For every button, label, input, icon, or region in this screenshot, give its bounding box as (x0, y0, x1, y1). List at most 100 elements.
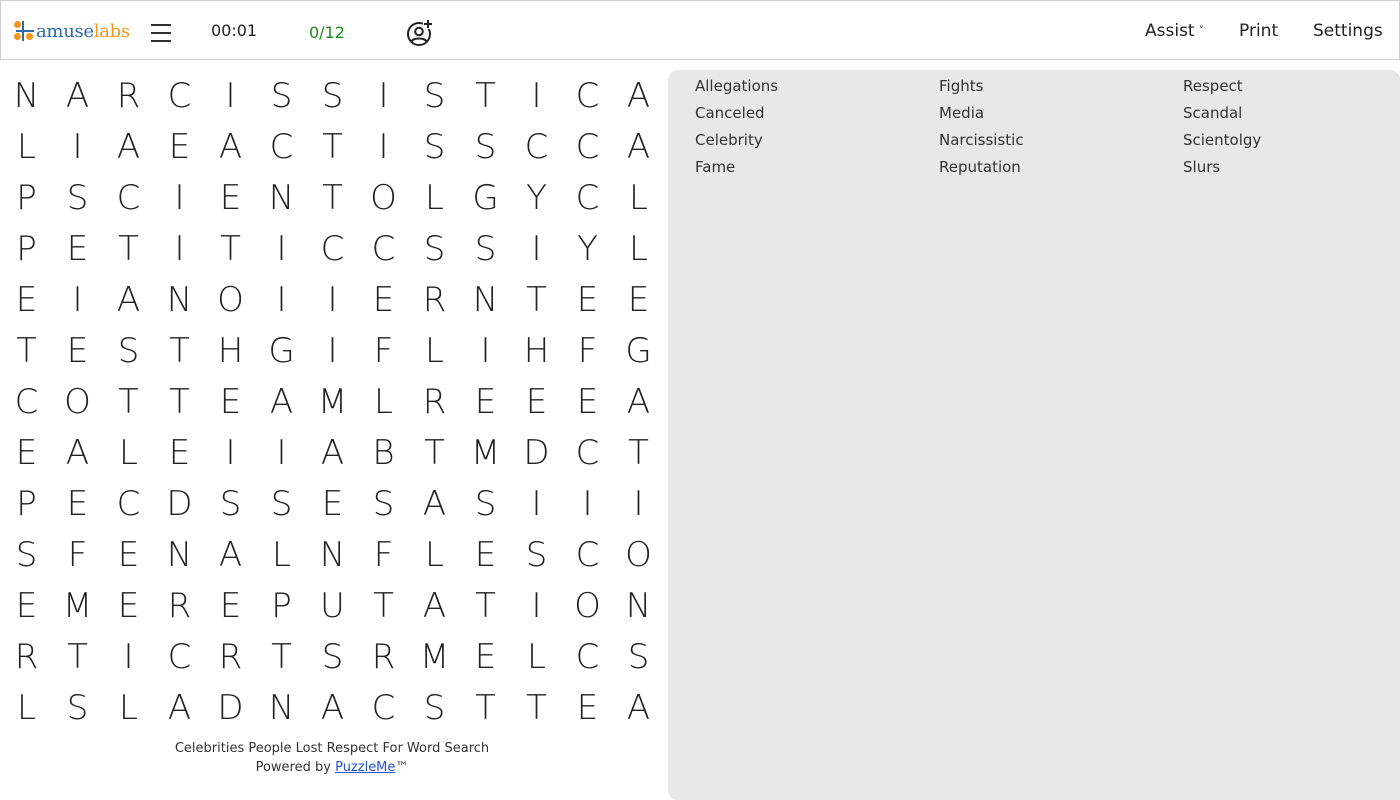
grid-cell[interactable]: M (409, 631, 460, 682)
grid-cell[interactable]: C (358, 682, 409, 733)
grid-cell[interactable]: C (154, 631, 205, 682)
grid-cell[interactable]: S (256, 478, 307, 529)
grid-cell[interactable]: A (307, 682, 358, 733)
grid-cell[interactable]: E (460, 376, 511, 427)
grid-cell[interactable]: S (205, 478, 256, 529)
grid-cell[interactable]: N (154, 274, 205, 325)
grid-cell[interactable]: E (562, 682, 613, 733)
grid-cell[interactable]: T (103, 223, 154, 274)
grid-cell[interactable]: S (409, 682, 460, 733)
grid-cell[interactable]: N (256, 172, 307, 223)
amuselabs-logo[interactable]: amuselabs (14, 20, 130, 42)
grid-cell[interactable]: D (205, 682, 256, 733)
grid-cell[interactable]: F (562, 325, 613, 376)
grid-cell[interactable]: E (103, 580, 154, 631)
assist-menu[interactable]: Assist ˅ (1145, 21, 1204, 41)
grid-cell[interactable]: T (307, 172, 358, 223)
grid-cell[interactable]: S (460, 223, 511, 274)
grid-cell[interactable]: E (103, 529, 154, 580)
grid-cell[interactable]: E (460, 631, 511, 682)
grid-cell[interactable]: M (52, 580, 103, 631)
grid-cell[interactable]: R (154, 580, 205, 631)
grid-cell[interactable]: R (103, 70, 154, 121)
grid-cell[interactable]: P (1, 478, 52, 529)
grid-cell[interactable]: A (613, 70, 664, 121)
grid-cell[interactable]: L (1, 121, 52, 172)
grid-cell[interactable]: E (1, 274, 52, 325)
grid-cell[interactable]: R (1, 631, 52, 682)
grid-cell[interactable]: C (562, 427, 613, 478)
grid-cell[interactable]: I (103, 631, 154, 682)
grid-cell[interactable]: C (562, 172, 613, 223)
grid-cell[interactable]: S (460, 478, 511, 529)
grid-cell[interactable]: E (613, 274, 664, 325)
grid-cell[interactable]: S (103, 325, 154, 376)
grid-cell[interactable]: S (358, 478, 409, 529)
settings-button[interactable]: Settings (1313, 21, 1383, 41)
grid-cell[interactable]: N (154, 529, 205, 580)
grid-cell[interactable]: T (409, 427, 460, 478)
grid-cell[interactable]: N (256, 682, 307, 733)
add-user-icon[interactable] (406, 19, 434, 47)
grid-cell[interactable]: S (409, 121, 460, 172)
grid-cell[interactable]: E (154, 427, 205, 478)
grid-cell[interactable]: F (358, 325, 409, 376)
grid-cell[interactable]: C (154, 70, 205, 121)
grid-cell[interactable]: C (562, 70, 613, 121)
grid-cell[interactable]: R (205, 631, 256, 682)
grid-cell[interactable]: E (52, 478, 103, 529)
grid-cell[interactable]: R (409, 274, 460, 325)
grid-cell[interactable]: S (613, 631, 664, 682)
grid-cell[interactable]: S (460, 121, 511, 172)
grid-cell[interactable]: A (205, 529, 256, 580)
grid-cell[interactable]: T (307, 121, 358, 172)
print-button[interactable]: Print (1239, 21, 1278, 41)
grid-cell[interactable]: D (154, 478, 205, 529)
grid-cell[interactable]: I (613, 478, 664, 529)
grid-cell[interactable]: T (103, 376, 154, 427)
grid-cell[interactable]: A (103, 121, 154, 172)
grid-cell[interactable]: D (511, 427, 562, 478)
grid-cell[interactable]: G (256, 325, 307, 376)
grid-cell[interactable]: O (205, 274, 256, 325)
grid-cell[interactable]: T (613, 427, 664, 478)
grid-cell[interactable]: T (511, 682, 562, 733)
grid-cell[interactable]: N (307, 529, 358, 580)
grid-cell[interactable]: G (613, 325, 664, 376)
grid-cell[interactable]: O (52, 376, 103, 427)
grid-cell[interactable]: L (256, 529, 307, 580)
grid-cell[interactable]: I (205, 70, 256, 121)
grid-cell[interactable]: A (154, 682, 205, 733)
grid-cell[interactable]: I (52, 121, 103, 172)
hamburger-menu-icon[interactable] (151, 23, 172, 43)
word-search-grid[interactable]: NARCISSISTICALIAEACTISSCCAPSCIENTOLGYCLP… (0, 70, 664, 733)
grid-cell[interactable]: C (307, 223, 358, 274)
grid-cell[interactable]: I (52, 274, 103, 325)
grid-cell[interactable]: A (307, 427, 358, 478)
grid-cell[interactable]: C (562, 631, 613, 682)
grid-cell[interactable]: E (205, 580, 256, 631)
grid-cell[interactable]: R (409, 376, 460, 427)
grid-cell[interactable]: I (307, 325, 358, 376)
grid-cell[interactable]: E (154, 121, 205, 172)
grid-cell[interactable]: L (511, 631, 562, 682)
grid-cell[interactable]: C (358, 223, 409, 274)
grid-cell[interactable]: I (562, 478, 613, 529)
grid-cell[interactable]: B (358, 427, 409, 478)
grid-cell[interactable]: A (613, 121, 664, 172)
grid-cell[interactable]: O (562, 580, 613, 631)
grid-cell[interactable]: E (205, 376, 256, 427)
grid-cell[interactable]: T (460, 682, 511, 733)
grid-cell[interactable]: M (307, 376, 358, 427)
grid-cell[interactable]: I (358, 121, 409, 172)
grid-cell[interactable]: I (358, 70, 409, 121)
grid-cell[interactable]: Y (511, 172, 562, 223)
grid-cell[interactable]: S (52, 172, 103, 223)
grid-cell[interactable]: I (307, 274, 358, 325)
grid-cell[interactable]: T (256, 631, 307, 682)
grid-cell[interactable]: L (1, 682, 52, 733)
grid-cell[interactable]: C (511, 121, 562, 172)
grid-cell[interactable]: I (511, 70, 562, 121)
grid-cell[interactable]: S (307, 631, 358, 682)
grid-cell[interactable]: S (1, 529, 52, 580)
